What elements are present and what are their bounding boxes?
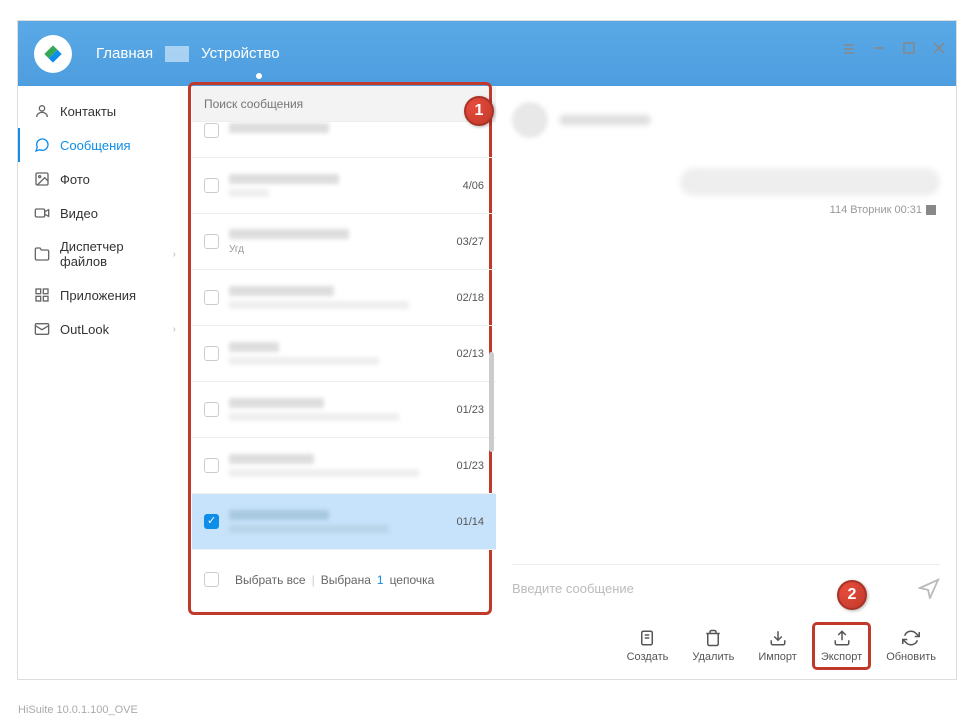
contact-name xyxy=(560,115,650,125)
header-nav: Главная Устройство xyxy=(84,45,292,62)
nav-separator xyxy=(165,46,189,62)
checkbox[interactable] xyxy=(204,234,219,249)
message-item[interactable]: 01/23 xyxy=(192,438,496,494)
files-icon xyxy=(34,246,50,262)
sidebar-item-label: Диспетчер файлов xyxy=(60,239,163,269)
message-detail: 114 Вторник 00:31 Введите сообщение Созд… xyxy=(496,86,956,679)
messages-icon xyxy=(34,137,50,153)
message-date: 02/18 xyxy=(456,292,484,304)
status-icon xyxy=(926,205,936,215)
toolbar-label: Импорт xyxy=(758,651,796,663)
message-date: 01/23 xyxy=(456,460,484,472)
refresh-icon xyxy=(902,629,920,647)
message-bubble xyxy=(680,168,940,196)
message-item[interactable] xyxy=(192,122,496,158)
sidebar-item-label: Приложения xyxy=(60,288,136,303)
sidebar-item-contacts[interactable]: Контакты xyxy=(18,94,192,128)
maximize-icon[interactable] xyxy=(902,41,916,55)
send-icon[interactable] xyxy=(918,577,940,599)
contact-header xyxy=(512,102,940,138)
sidebar-item-files[interactable]: Диспетчер файлов › xyxy=(18,230,192,278)
sidebar-item-apps[interactable]: Приложения xyxy=(18,278,192,312)
checkbox[interactable] xyxy=(204,402,219,417)
toolbar-label: Удалить xyxy=(692,651,734,663)
toolbar: Создать Удалить Импорт Экспорт Обновить xyxy=(627,629,936,663)
app-logo xyxy=(34,35,72,73)
message-item[interactable]: 01/05 xyxy=(192,550,496,562)
import-button[interactable]: Импорт xyxy=(758,629,796,663)
device-indicator xyxy=(256,73,262,79)
sidebar-item-label: Сообщения xyxy=(60,138,131,153)
version-text: HiSuite 10.0.1.100_OVE xyxy=(18,704,138,716)
delete-button[interactable]: Удалить xyxy=(692,629,734,663)
video-icon xyxy=(34,205,50,221)
nav-device[interactable]: Устройство xyxy=(189,45,291,62)
message-item[interactable]: 02/18 xyxy=(192,270,496,326)
message-meta: 114 Вторник 00:31 xyxy=(512,204,940,216)
message-date: 02/13 xyxy=(456,348,484,360)
photo-icon xyxy=(34,171,50,187)
message-date: 4/06 xyxy=(463,180,484,192)
message-item[interactable]: 02/13 xyxy=(192,326,496,382)
close-icon[interactable] xyxy=(932,41,946,55)
sidebar-item-label: Фото xyxy=(60,172,90,187)
contacts-icon xyxy=(34,103,50,119)
toolbar-label: Создать xyxy=(627,651,669,663)
message-item[interactable]: 4/06 xyxy=(192,158,496,214)
sidebar-item-outlook[interactable]: OutLook › xyxy=(18,312,192,346)
annotation-badge-2: 2 xyxy=(837,580,867,610)
message-date: 03/27 xyxy=(456,236,484,248)
toolbar-label: Обновить xyxy=(886,651,936,663)
sidebar-item-video[interactable]: Видео xyxy=(18,196,192,230)
export-button[interactable]: Экспорт xyxy=(812,622,871,670)
checkbox[interactable] xyxy=(204,346,219,361)
sidebar-item-label: Видео xyxy=(60,206,98,221)
message-item[interactable]: 01/14 xyxy=(192,494,496,550)
message-list-pane: 4/06 Угд 03/27 02/18 02/13 01/23 01/23 01… xyxy=(192,86,496,679)
sidebar: Контакты Сообщения Фото Видео Диспетчер … xyxy=(18,86,192,679)
toolbar-label: Экспорт xyxy=(821,651,862,663)
checkbox[interactable] xyxy=(204,178,219,193)
message-input-row: Введите сообщение xyxy=(512,564,940,599)
apps-icon xyxy=(34,287,50,303)
chevron-right-icon: › xyxy=(173,249,176,260)
create-button[interactable]: Создать xyxy=(627,629,669,663)
checkbox[interactable] xyxy=(204,514,219,529)
chevron-right-icon: › xyxy=(173,324,176,335)
checkbox[interactable] xyxy=(204,458,219,473)
message-date: 01/23 xyxy=(456,404,484,416)
export-icon xyxy=(833,629,851,647)
import-icon xyxy=(769,629,787,647)
message-item[interactable]: Угд 03/27 xyxy=(192,214,496,270)
trash-icon xyxy=(704,629,722,647)
minimize-icon[interactable] xyxy=(872,41,886,55)
avatar xyxy=(512,102,548,138)
message-item[interactable]: 01/23 xyxy=(192,382,496,438)
create-icon xyxy=(638,629,656,647)
message-date: 01/14 xyxy=(456,516,484,528)
scrollbar-thumb[interactable] xyxy=(489,352,494,452)
sidebar-item-photo[interactable]: Фото xyxy=(18,162,192,196)
message-list[interactable]: 4/06 Угд 03/27 02/18 02/13 01/23 01/23 01… xyxy=(192,122,496,562)
sidebar-item-messages[interactable]: Сообщения xyxy=(18,128,192,162)
checkbox[interactable] xyxy=(204,123,219,138)
header: Главная Устройство xyxy=(18,21,956,86)
outlook-icon xyxy=(34,321,50,337)
nav-home[interactable]: Главная xyxy=(84,45,165,62)
sidebar-item-label: OutLook xyxy=(60,322,109,337)
menu-icon[interactable] xyxy=(842,41,856,55)
refresh-button[interactable]: Обновить xyxy=(886,629,936,663)
annotation-badge-1: 1 xyxy=(464,96,494,126)
sidebar-item-label: Контакты xyxy=(60,104,116,119)
checkbox[interactable] xyxy=(204,290,219,305)
message-preview: Угд xyxy=(229,244,448,255)
